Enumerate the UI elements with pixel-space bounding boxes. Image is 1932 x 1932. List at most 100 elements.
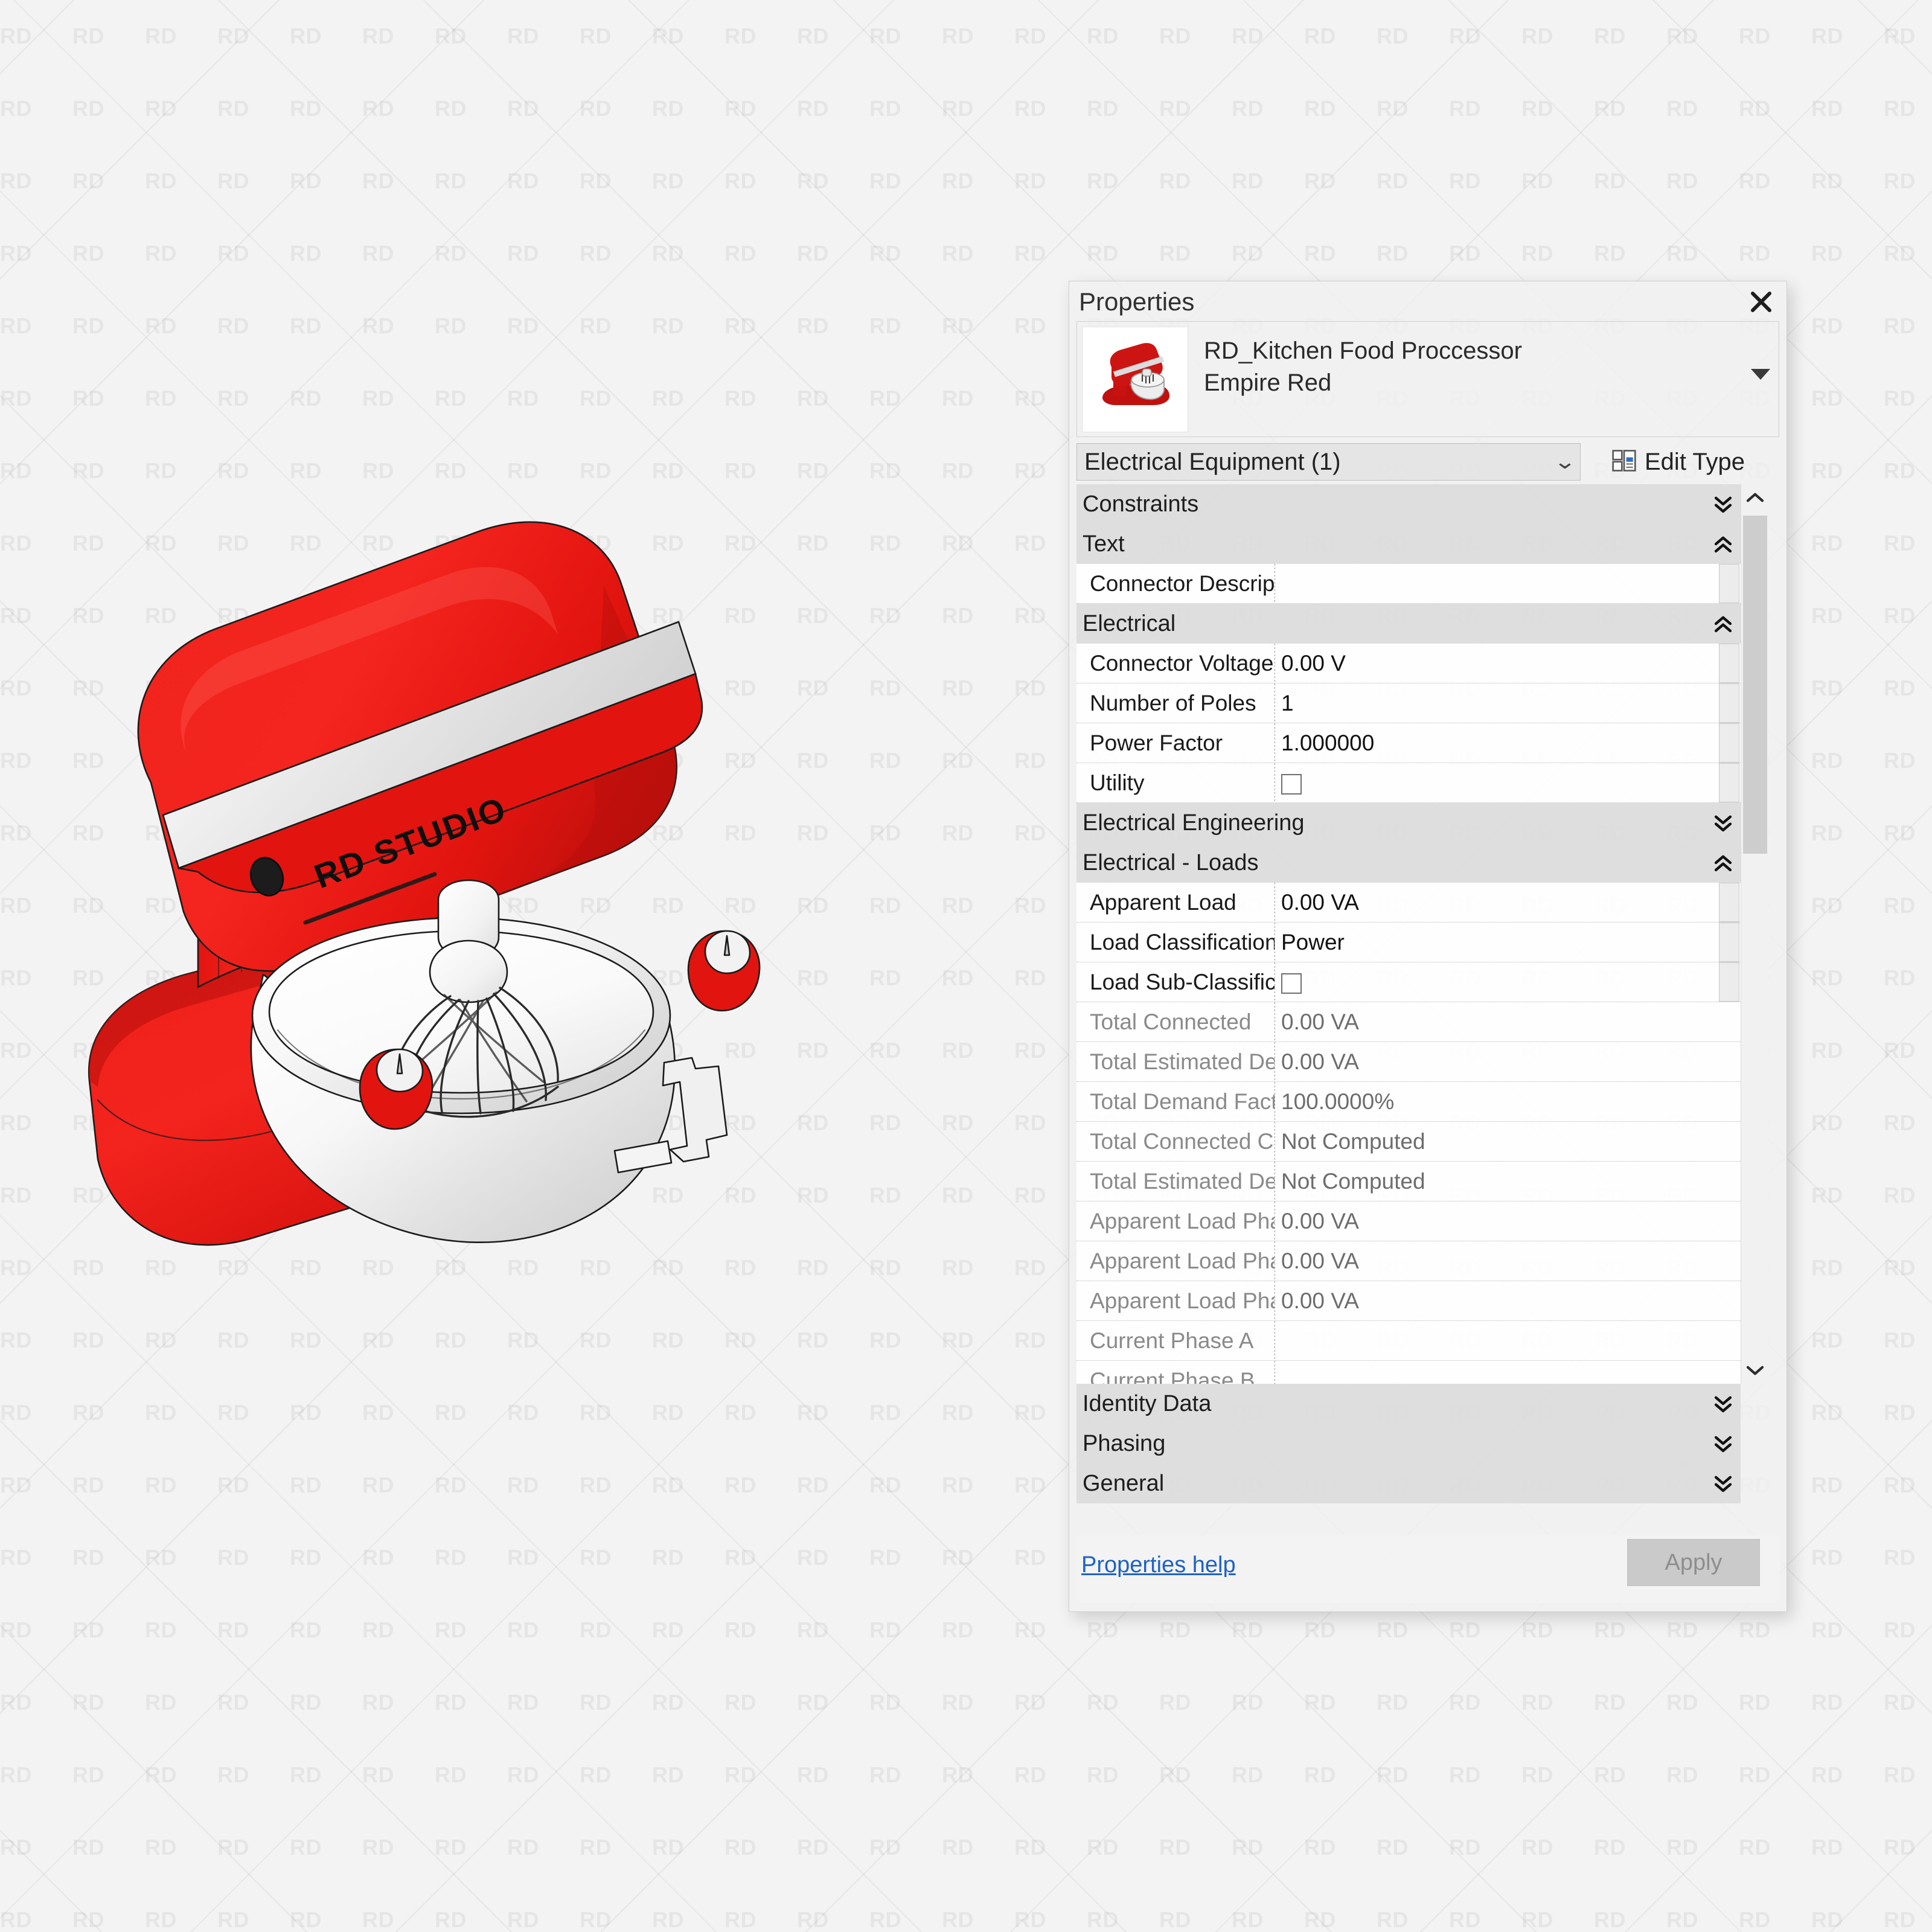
property-section-header[interactable]: Identity Data (1076, 1384, 1741, 1424)
checkbox[interactable] (1281, 973, 1302, 994)
property-key: Number of Poles (1076, 691, 1275, 716)
cell-edit-button[interactable] (1719, 723, 1739, 763)
cell-edit-button[interactable] (1719, 683, 1739, 723)
caret-down-icon[interactable] (1751, 369, 1770, 380)
property-key: Current Phase B (1076, 1368, 1275, 1384)
property-value[interactable]: Power (1275, 930, 1719, 955)
property-value[interactable]: Not Computed (1275, 1129, 1741, 1154)
stand-mixer-thumbnail (1082, 327, 1188, 432)
property-key: Apparent Load Phase A (1076, 1209, 1275, 1234)
cell-edit-button[interactable] (1719, 962, 1739, 1002)
property-row[interactable]: Number of Poles1 (1076, 683, 1741, 723)
double-chevron-down-icon[interactable] (1713, 1393, 1733, 1414)
property-row[interactable]: Load ClassificationPower (1076, 923, 1741, 962)
double-chevron-down-icon[interactable] (1713, 494, 1733, 514)
element-header: RD_Kitchen Food Proccessor Empire Red (1076, 321, 1779, 437)
property-key: Apparent Load Phase B (1076, 1249, 1275, 1274)
section-label: Electrical (1076, 611, 1176, 637)
chevron-down-icon: ⌄ (1544, 452, 1585, 472)
double-chevron-down-icon[interactable] (1713, 813, 1733, 833)
property-row[interactable]: Total Estimated Demand ...Not Computed (1076, 1162, 1741, 1201)
cell-edit-button[interactable] (1719, 564, 1739, 603)
section-label: General (1076, 1471, 1164, 1497)
property-row[interactable]: Total Connected0.00 VA (1076, 1002, 1741, 1042)
close-icon[interactable] (1744, 285, 1778, 319)
property-row[interactable]: Current Phase B (1076, 1361, 1741, 1384)
property-key: Power Factor (1076, 731, 1275, 756)
property-row[interactable]: Current Phase A (1076, 1321, 1741, 1361)
properties-help-link[interactable]: Properties help (1081, 1552, 1236, 1578)
property-grid-scrollbar[interactable] (1741, 484, 1768, 1384)
property-value[interactable]: 0.00 VA (1275, 1049, 1741, 1075)
property-value[interactable]: 100.0000% (1275, 1089, 1741, 1115)
section-label: Constraints (1076, 491, 1198, 517)
property-row[interactable]: Total Connected CurrentNot Computed (1076, 1122, 1741, 1162)
section-label: Identity Data (1076, 1391, 1211, 1417)
edit-type-button[interactable]: Edit Type (1611, 444, 1745, 479)
stand-mixer-illustration: RD STUDIO (60, 441, 966, 1383)
property-key: Connector Voltage (1076, 651, 1275, 676)
property-value[interactable]: 1.000000 (1275, 731, 1719, 756)
property-section-header[interactable]: Phasing (1076, 1424, 1741, 1463)
property-row[interactable]: Apparent Load0.00 VA (1076, 883, 1741, 923)
property-value[interactable]: 0.00 VA (1275, 890, 1719, 915)
cell-edit-button[interactable] (1719, 883, 1739, 922)
property-key: Current Phase A (1076, 1328, 1275, 1354)
property-value[interactable]: 1 (1275, 691, 1719, 716)
type-selector-value: Electrical Equipment (1) (1077, 449, 1550, 476)
property-row[interactable]: Connector Description (1076, 564, 1741, 604)
family-name: RD_Kitchen Food Proccessor (1204, 337, 1522, 364)
property-section-header[interactable]: Text (1076, 524, 1741, 564)
property-row[interactable]: Apparent Load Phase B0.00 VA (1076, 1241, 1741, 1281)
property-key: Load Classification (1076, 930, 1275, 955)
properties-palette: Properties RD_Kitchen Food Proccessor Em… (1069, 281, 1787, 1612)
property-section-header[interactable]: Electrical (1076, 604, 1741, 644)
cell-edit-button[interactable] (1719, 644, 1739, 683)
section-label: Electrical Engineering (1076, 810, 1305, 836)
double-chevron-up-icon[interactable] (1713, 613, 1733, 634)
property-row[interactable]: Apparent Load Phase A0.00 VA (1076, 1201, 1741, 1241)
property-grid: Constraints Text Connector Description Elec… (1076, 484, 1741, 1384)
property-value[interactable]: 0.00 V (1275, 651, 1719, 676)
property-value[interactable]: 0.00 VA (1275, 1009, 1741, 1035)
property-section-header[interactable]: General (1076, 1463, 1741, 1503)
property-row[interactable]: Apparent Load Phase C0.00 VA (1076, 1281, 1741, 1321)
property-row[interactable]: Total Estimated Demand0.00 VA (1076, 1042, 1741, 1082)
property-section-header[interactable]: Constraints (1076, 484, 1741, 524)
double-chevron-down-icon[interactable] (1713, 1433, 1733, 1454)
section-label: Phasing (1076, 1431, 1165, 1457)
scrollbar-thumb[interactable] (1743, 516, 1767, 854)
property-value[interactable]: 0.00 VA (1275, 1209, 1741, 1234)
property-row[interactable]: Load Sub-Classification ... (1076, 962, 1741, 1002)
palette-title: Properties (1079, 287, 1194, 316)
section-label: Text (1076, 531, 1125, 557)
type-selector-dropdown[interactable]: Electrical Equipment (1) ⌄ (1076, 443, 1581, 481)
cell-edit-button[interactable] (1719, 923, 1739, 962)
property-value[interactable]: Not Computed (1275, 1169, 1741, 1194)
type-selector-row: Electrical Equipment (1) ⌄ Edit Type (1076, 443, 1779, 481)
cell-edit-button[interactable] (1719, 763, 1739, 802)
scroll-down-arrow-icon[interactable] (1741, 1357, 1768, 1384)
property-row[interactable]: Utility (1076, 763, 1741, 803)
apply-button[interactable]: Apply (1627, 1539, 1760, 1586)
property-key: Total Estimated Demand (1076, 1049, 1275, 1075)
double-chevron-down-icon[interactable] (1713, 1473, 1733, 1494)
property-key: Apparent Load (1076, 890, 1275, 915)
checkbox[interactable] (1281, 774, 1302, 795)
double-chevron-up-icon[interactable] (1713, 852, 1733, 873)
property-section-header[interactable]: Electrical Engineering (1076, 803, 1741, 843)
property-value[interactable]: 0.00 VA (1275, 1249, 1741, 1274)
property-key: Apparent Load Phase C (1076, 1288, 1275, 1314)
scroll-up-arrow-icon[interactable] (1741, 484, 1768, 511)
bottom-section-list: Identity Data Phasing General (1076, 1384, 1741, 1503)
palette-footer: Properties help Apply (1076, 1535, 1779, 1603)
property-row[interactable]: Connector Voltage0.00 V (1076, 644, 1741, 683)
property-value[interactable]: 0.00 VA (1275, 1288, 1741, 1314)
property-value[interactable] (1275, 970, 1719, 995)
property-row[interactable]: Power Factor1.000000 (1076, 723, 1741, 763)
edit-type-label: Edit Type (1645, 449, 1745, 476)
property-value[interactable] (1275, 770, 1719, 796)
property-row[interactable]: Total Demand Factor100.0000% (1076, 1082, 1741, 1122)
property-section-header[interactable]: Electrical - Loads (1076, 843, 1741, 883)
double-chevron-up-icon[interactable] (1713, 534, 1733, 554)
